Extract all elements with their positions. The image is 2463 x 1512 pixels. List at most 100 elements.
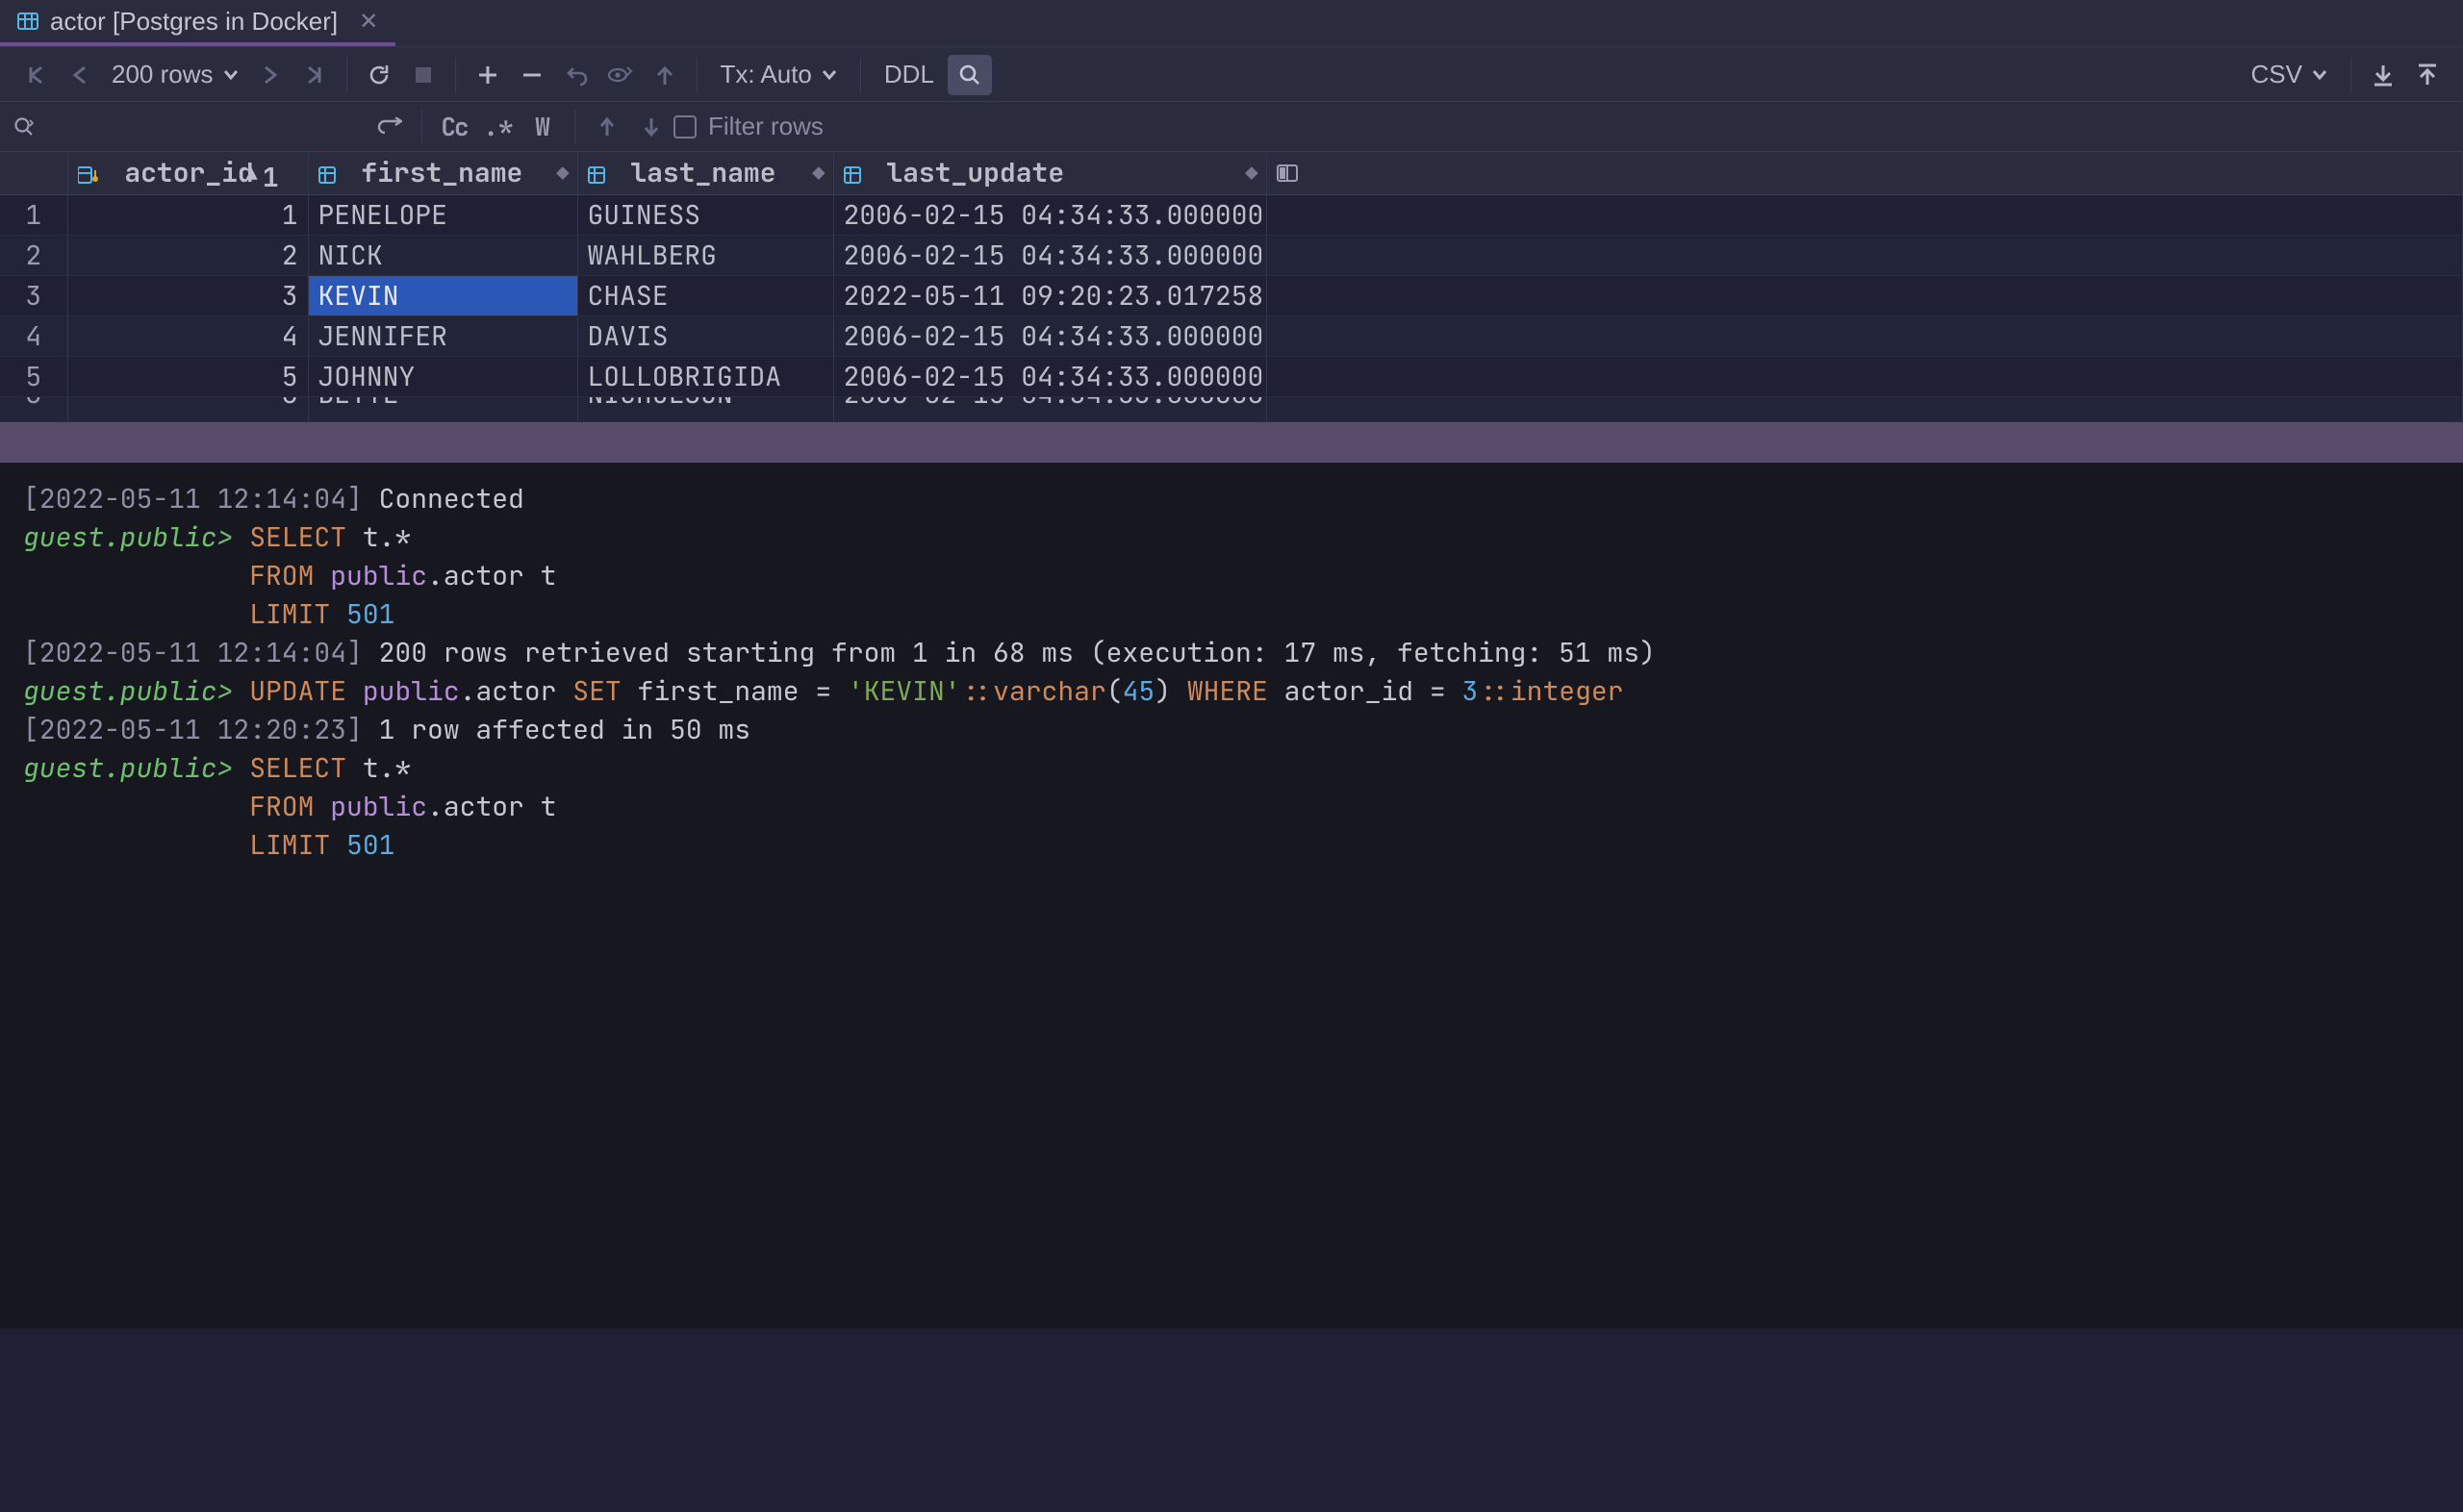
column-header-actor-id[interactable]: actor_id ▲ 1 [67,152,308,194]
cell[interactable]: DAVIS [577,315,833,356]
separator [697,58,698,92]
cell[interactable]: BETTE [308,396,577,421]
search-input-icon[interactable] [13,107,50,147]
table-tab-icon [17,11,38,32]
download-button[interactable] [2361,55,2405,95]
submit-button[interactable] [643,55,687,95]
cell[interactable]: 2006-02-15 04:34:33.000000 [833,194,1266,235]
settings-column-icon[interactable] [1277,164,2455,183]
match-case-toggle[interactable]: Cc [432,107,476,147]
column-rownum[interactable] [0,152,67,194]
cell[interactable] [1266,356,2463,396]
cell[interactable]: 1 [67,194,308,235]
remove-row-button[interactable] [510,55,554,95]
whole-word-toggle[interactable]: W [521,107,565,147]
last-page-button[interactable] [292,55,337,95]
column-icon [318,166,336,184]
cell[interactable]: 4 [0,315,67,356]
table-row[interactable]: 22NICKWAHLBERG2006-02-15 04:34:33.000000 [0,235,2463,275]
table-row[interactable]: 11PENELOPEGUINESS2006-02-15 04:34:33.000… [0,194,2463,235]
column-padding [1266,152,2463,194]
ddl-label: DDL [884,60,934,88]
cell[interactable]: CHASE [577,275,833,315]
cell[interactable] [1266,396,2463,421]
import-button[interactable] [2405,55,2450,95]
cell[interactable]: 5 [67,356,308,396]
tab-title: actor [Postgres in Docker] [50,7,338,37]
cell[interactable]: 3 [67,275,308,315]
column-name: last_update [886,155,1064,190]
tab-actor[interactable]: actor [Postgres in Docker] ✕ [0,0,395,46]
reload-button[interactable] [357,55,401,95]
cell[interactable]: PENELOPE [308,194,577,235]
stop-button[interactable] [401,55,445,95]
sort-asc-icon: ▲ [246,162,258,187]
cell[interactable]: LOLLOBRIGIDA [577,356,833,396]
column-icon [844,166,861,184]
chevron-down-icon [223,69,239,81]
cell[interactable]: 5 [0,356,67,396]
next-page-button[interactable] [248,55,292,95]
cell[interactable]: GUINESS [577,194,833,235]
separator [574,110,575,144]
cell[interactable]: 6 [67,396,308,421]
add-row-button[interactable] [466,55,510,95]
pane-splitter[interactable] [0,422,2463,463]
cell[interactable]: 2006-02-15 04:34:33.000000 [833,396,1266,421]
column-sort-icon: ◆ [1245,160,1257,188]
cell[interactable]: 4 [67,315,308,356]
filter-rows-label: Filter rows [708,112,824,141]
preview-dml-button[interactable] [598,55,643,95]
cell[interactable]: JOHNNY [308,356,577,396]
row-count-dropdown[interactable]: 200 rows [102,60,248,89]
export-format-dropdown[interactable]: CSV [2238,60,2341,89]
table-row[interactable]: 55JOHNNYLOLLOBRIGIDA2006-02-15 04:34:33.… [0,356,2463,396]
filter-bar: Cc .* W Filter rows [0,102,2463,152]
cell[interactable]: 2022-05-11 09:20:23.017258 [833,275,1266,315]
cell[interactable] [1266,315,2463,356]
separator [2350,58,2351,92]
column-sort-icon: ◆ [556,160,569,188]
prev-page-button[interactable] [58,55,102,95]
cell[interactable]: 1 [0,194,67,235]
regex-toggle[interactable]: .* [476,107,521,147]
history-back-icon[interactable] [368,107,412,147]
cell[interactable]: 2006-02-15 04:34:33.000000 [833,235,1266,275]
main-toolbar: 200 rows Tx: Auto DDL CSV [0,48,2463,102]
table-row[interactable]: 66BETTENICHOLSON2006-02-15 04:34:33.0000… [0,396,2463,421]
tab-bar: actor [Postgres in Docker] ✕ [0,0,2463,48]
search-toggle-button[interactable] [948,55,992,95]
cell[interactable]: WAHLBERG [577,235,833,275]
tab-close-icon[interactable]: ✕ [359,8,378,36]
next-match-button[interactable] [629,107,673,147]
column-header-first-name[interactable]: first_name ◆ [308,152,577,194]
row-count-label: 200 rows [112,60,214,89]
cell[interactable] [1266,275,2463,315]
cell[interactable]: KEVIN [308,275,577,315]
column-header-last-name[interactable]: last_name ◆ [577,152,833,194]
filter-rows-checkbox[interactable] [673,115,697,139]
table-row[interactable]: 44JENNIFERDAVIS2006-02-15 04:34:33.00000… [0,315,2463,356]
cell[interactable] [1266,194,2463,235]
tx-mode-dropdown[interactable]: Tx: Auto [707,60,851,89]
prev-match-button[interactable] [585,107,629,147]
cell[interactable] [1266,235,2463,275]
cell[interactable]: 2006-02-15 04:34:33.000000 [833,315,1266,356]
cell[interactable]: 3 [0,275,67,315]
cell[interactable]: NICHOLSON [577,396,833,421]
cell[interactable]: 6 [0,396,67,421]
export-format-label: CSV [2251,60,2302,89]
cell[interactable]: 2006-02-15 04:34:33.000000 [833,356,1266,396]
regex-label: .* [483,110,513,143]
cell[interactable]: 2 [67,235,308,275]
cell[interactable]: JENNIFER [308,315,577,356]
cell[interactable]: 2 [0,235,67,275]
column-header-last-update[interactable]: last_update ◆ [833,152,1266,194]
output-console[interactable]: [2022-05-11 12:14:04] Connected guest.pu… [0,463,2463,1328]
revert-button[interactable] [554,55,598,95]
first-page-button[interactable] [13,55,58,95]
ddl-button[interactable]: DDL [871,60,948,89]
cell[interactable]: NICK [308,235,577,275]
sort-order-badge: 1 [263,160,279,194]
table-row[interactable]: 33KEVINCHASE2022-05-11 09:20:23.017258 [0,275,2463,315]
